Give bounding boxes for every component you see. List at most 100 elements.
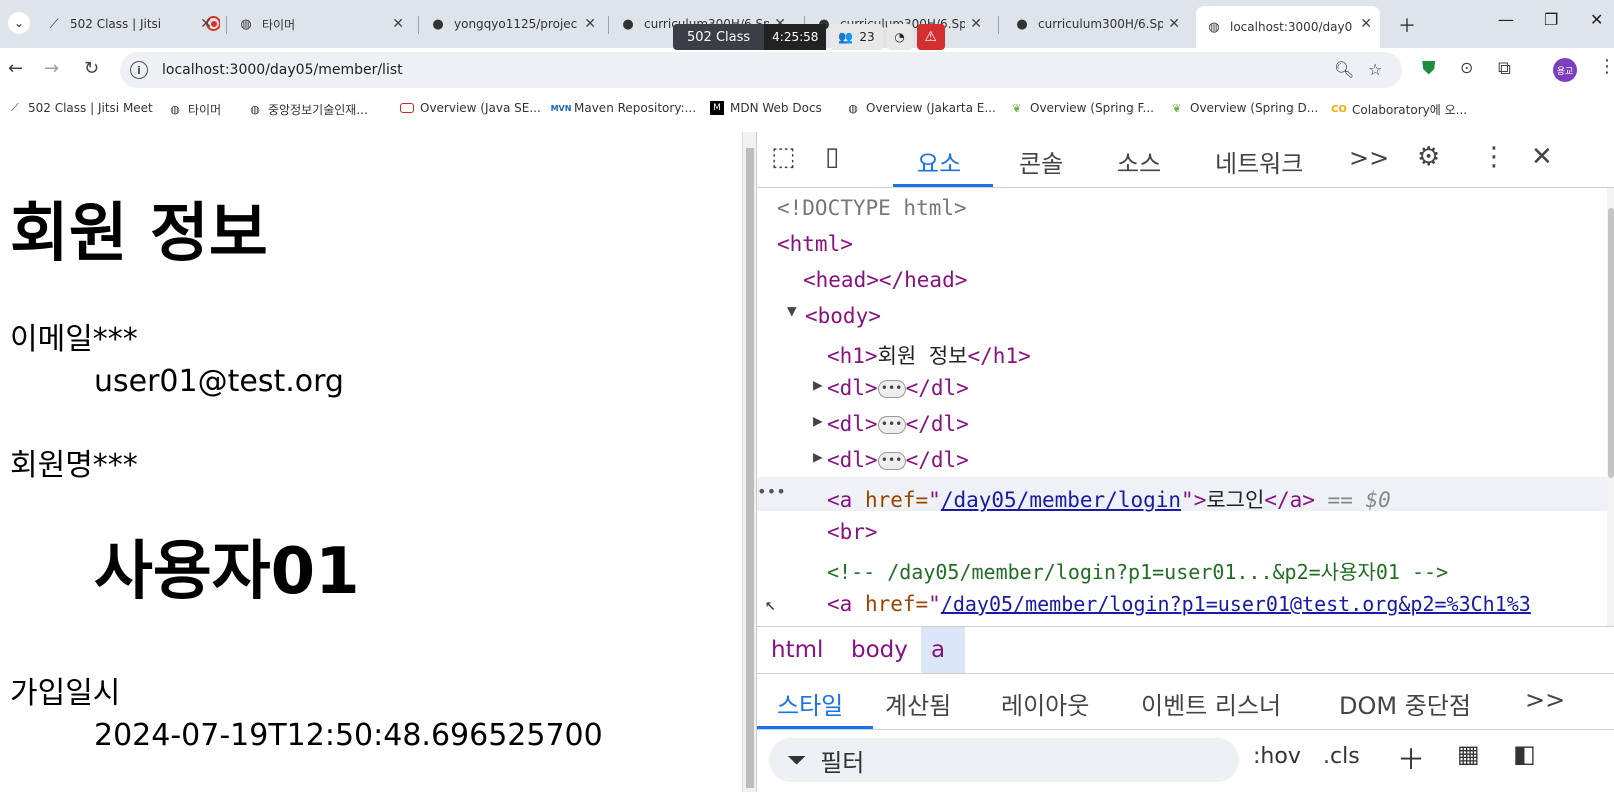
breadcrumb-body[interactable]: body: [841, 627, 918, 673]
avatar[interactable]: 용교: [1553, 58, 1577, 82]
colab-icon: CO: [1331, 104, 1347, 115]
attr-quote: ": [1181, 488, 1194, 512]
breadcrumb-a[interactable]: a: [921, 627, 965, 673]
paint-brush-icon[interactable]: ▦: [1457, 740, 1480, 768]
collapse-triangle-icon[interactable]: ▼: [787, 301, 797, 320]
tree-doctype[interactable]: <!DOCTYPE html>: [777, 196, 967, 220]
tree-a-login[interactable]: <a href="/day05/member/login">로그인</a> ==…: [827, 484, 1391, 514]
bookmark-star-icon[interactable]: ☆: [1368, 60, 1382, 79]
tree-a-login-query[interactable]: <a href="/day05/member/login?p1=user01@t…: [827, 592, 1531, 616]
tree-br[interactable]: <br>: [827, 520, 878, 544]
ellipsis-icon[interactable]: •••: [877, 452, 906, 470]
tab-console[interactable]: 콘솔: [1019, 144, 1063, 179]
tree-head[interactable]: <head></head>: [803, 268, 967, 292]
tab-jitsi[interactable]: ⟋ 502 Class | Jitsi M ✕: [36, 8, 220, 40]
address-bar[interactable]: i localhost:3000/day05/member/list 🔍︎ ☆: [120, 52, 1402, 88]
tab-sources[interactable]: 소스: [1117, 144, 1161, 179]
tab-layout[interactable]: 레이아웃: [1001, 686, 1089, 721]
close-tab-icon[interactable]: ✕: [970, 16, 982, 32]
close-window-button[interactable]: ✕: [1590, 10, 1603, 29]
tab-event-listeners[interactable]: 이벤트 리스너: [1141, 686, 1281, 721]
kebab-menu-icon[interactable]: ⋮: [1481, 142, 1507, 172]
close-tab-icon[interactable]: ✕: [1168, 16, 1180, 32]
tree-body[interactable]: <body>: [805, 304, 881, 328]
ellipsis-icon[interactable]: •••: [877, 380, 906, 398]
expand-triangle-icon[interactable]: ▶: [813, 447, 823, 466]
joined-label: 가입일시: [10, 676, 121, 711]
bookmark-maven[interactable]: MVN Maven Repository:...: [551, 101, 696, 115]
bookmark-jakarta[interactable]: ◍ Overview (Jakarta E...: [846, 101, 996, 115]
row-options-icon[interactable]: •••: [757, 482, 786, 501]
scrollbar-thumb[interactable]: [746, 148, 754, 788]
shield-extension-icon[interactable]: ⛊: [1422, 58, 1436, 79]
page-scrollbar[interactable]: [742, 132, 756, 792]
tag-close: </a>: [1264, 488, 1315, 512]
tree-dl[interactable]: <dl> ••• </dl>: [827, 412, 969, 436]
tab-github-project[interactable]: ● yongqyo1125/projec ✕: [420, 8, 604, 40]
extension-icon[interactable]: ⊙: [1460, 58, 1473, 77]
restore-button[interactable]: ❐: [1544, 10, 1558, 29]
bookmark-colab[interactable]: CO Colaboratory에 오...: [1331, 101, 1468, 118]
reload-icon[interactable]: ↻: [84, 58, 99, 79]
zoom-icon[interactable]: 🔍︎: [1334, 60, 1354, 79]
tab-localhost[interactable]: ◍ localhost:3000/day0 ✕: [1196, 6, 1380, 48]
bookmark-jitsi[interactable]: ⟋ 502 Class | Jitsi Meet: [8, 101, 153, 115]
forward-icon[interactable]: →: [44, 58, 59, 79]
add-rule-icon[interactable]: ＋: [1397, 738, 1425, 778]
back-icon[interactable]: ←: [8, 58, 23, 79]
menu-kebab-icon[interactable]: ⋮: [1598, 56, 1614, 77]
speed-icon[interactable]: ◔: [886, 24, 913, 50]
tab-network[interactable]: 네트워크: [1215, 144, 1303, 179]
participants-button[interactable]: 👥 23: [830, 24, 883, 50]
tab-github-curriculum-3[interactable]: ● curriculum300H/6.Sp ✕: [1004, 8, 1188, 40]
more-tabs-icon[interactable]: >>: [1349, 144, 1389, 172]
tree-h1[interactable]: <h1>회원 정보</h1>: [827, 340, 1031, 370]
scrollbar-thumb[interactable]: [1608, 208, 1614, 478]
tree-html[interactable]: <html>: [777, 232, 853, 256]
hov-toggle[interactable]: :hov: [1253, 744, 1301, 769]
bookmark-spring-f[interactable]: ❦ Overview (Spring F...: [1010, 101, 1154, 115]
bookmark-central-it[interactable]: ◍ 중앙정보기술인재...: [248, 101, 368, 118]
bookmark-label: Colaboratory에 오...: [1352, 103, 1468, 117]
bookmark-label: 502 Class | Jitsi Meet: [28, 101, 153, 115]
oracle-icon: [400, 103, 414, 113]
close-devtools-icon[interactable]: ✕: [1531, 142, 1553, 172]
elements-scrollbar[interactable]: [1607, 188, 1614, 626]
more-tabs-icon[interactable]: >>: [1525, 686, 1565, 714]
expand-triangle-icon[interactable]: ▶: [813, 375, 823, 394]
ellipsis-icon[interactable]: •••: [877, 416, 906, 434]
expand-triangle-icon[interactable]: ▶: [813, 411, 823, 430]
breadcrumb-html[interactable]: html: [761, 627, 833, 673]
cls-toggle[interactable]: .cls: [1323, 744, 1360, 769]
attr-link[interactable]: /day05/member/login?p1=user01@test.org&p…: [941, 592, 1531, 616]
close-tab-icon[interactable]: ✕: [584, 16, 596, 32]
tab-styles[interactable]: 스타일: [777, 686, 843, 721]
tab-elements[interactable]: 요소: [917, 144, 961, 179]
bookmark-java-se[interactable]: Overview (Java SE...: [400, 101, 541, 115]
filter-input[interactable]: ⏷ 필터: [769, 738, 1239, 782]
tab-dom-breakpoints[interactable]: DOM 중단점: [1339, 686, 1471, 721]
site-info-icon[interactable]: i: [130, 61, 148, 79]
close-tab-icon[interactable]: ✕: [392, 16, 404, 32]
tab-timer[interactable]: ◍ 타이머 ✕: [228, 8, 412, 40]
bookmark-spring-d[interactable]: ❦ Overview (Spring D...: [1170, 101, 1318, 115]
inspect-element-icon[interactable]: ⬚: [771, 142, 796, 172]
minimize-button[interactable]: —: [1498, 10, 1514, 29]
device-toolbar-icon[interactable]: ▯: [825, 142, 839, 172]
tab-computed[interactable]: 계산됨: [885, 686, 951, 721]
tree-dl[interactable]: <dl> ••• </dl>: [827, 448, 969, 472]
bookmark-timer[interactable]: ◍ 타이머: [168, 101, 221, 118]
warning-icon[interactable]: ⚠: [916, 24, 945, 50]
bookmark-mdn[interactable]: M MDN Web Docs: [710, 101, 822, 115]
tree-comment[interactable]: <!-- /day05/member/login?p1=user01...&p2…: [827, 556, 1448, 585]
tab-search-button[interactable]: ⌄: [8, 12, 30, 34]
new-tab-button[interactable]: ＋: [1398, 12, 1416, 38]
attr-link[interactable]: /day05/member/login: [941, 488, 1181, 512]
url-text[interactable]: localhost:3000/day05/member/list: [162, 62, 403, 78]
toggle-sidebar-icon[interactable]: ◧: [1513, 740, 1536, 768]
close-tab-icon[interactable]: ✕: [200, 16, 212, 32]
puzzle-extension-icon[interactable]: ⧉: [1498, 58, 1511, 79]
close-tab-icon[interactable]: ✕: [1360, 16, 1372, 32]
tree-dl[interactable]: <dl> ••• </dl>: [827, 376, 969, 400]
gear-icon[interactable]: ⚙: [1417, 142, 1440, 172]
